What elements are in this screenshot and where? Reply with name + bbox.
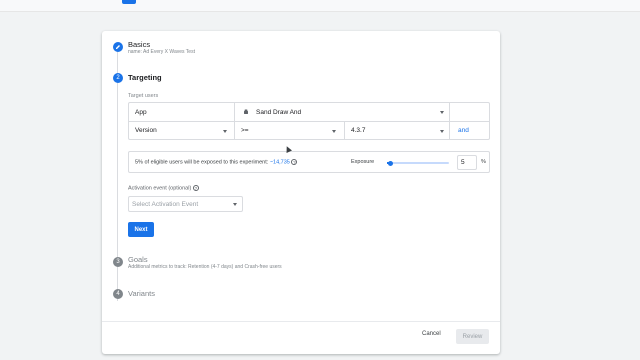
- app-select[interactable]: Sand Draw And: [235, 103, 449, 121]
- version-field-value: Version: [135, 127, 157, 134]
- cancel-button[interactable]: Cancel: [422, 331, 441, 337]
- exposure-percent-input[interactable]: 5: [457, 155, 477, 170]
- activation-event-placeholder: Select Activation Event: [132, 201, 199, 208]
- version-operator-value: >=: [241, 127, 249, 134]
- chevron-down-icon: [440, 130, 444, 133]
- exposure-panel: 5% of eligible users will be exposed to …: [128, 151, 490, 173]
- step-2-title: Targeting: [128, 73, 162, 82]
- version-field-select[interactable]: Version: [129, 122, 234, 139]
- chevron-down-icon: [233, 203, 237, 206]
- help-icon[interactable]: ?: [291, 159, 298, 165]
- version-value: 4.3.7: [351, 127, 366, 134]
- activation-event-label-text: Activation event (optional): [128, 185, 192, 192]
- step-1-title[interactable]: Basics: [128, 40, 150, 49]
- percent-sign: %: [481, 159, 486, 165]
- exposure-label: Exposure: [351, 159, 375, 165]
- top-bar: [0, 0, 640, 12]
- exposure-message-text: 5% of eligible users will be exposed to …: [135, 159, 269, 166]
- step-1-done-icon[interactable]: [113, 42, 123, 52]
- version-operator-select[interactable]: >=: [235, 122, 344, 139]
- exposure-slider[interactable]: [387, 162, 449, 164]
- chevron-down-icon: [223, 130, 227, 133]
- step-3-circle: 3: [113, 257, 123, 267]
- exposure-message: 5% of eligible users will be exposed to …: [135, 159, 298, 166]
- pencil-icon: [116, 45, 120, 49]
- grid-divider: [449, 103, 450, 139]
- footer-divider: [102, 321, 500, 322]
- step-2-circle: 2: [113, 73, 123, 83]
- exposure-slider-thumb[interactable]: [387, 160, 393, 166]
- target-users-label: Target users: [128, 93, 159, 99]
- activation-event-select[interactable]: Select Activation Event: [128, 196, 243, 212]
- step-4-circle: 4: [113, 289, 123, 299]
- and-condition-link[interactable]: and: [458, 127, 469, 134]
- review-button[interactable]: Review: [456, 329, 489, 344]
- targeting-grid: App Sand Draw And Version >= 4.3.7 and: [128, 102, 490, 140]
- activation-event-label: Activation event (optional) ?: [128, 185, 199, 191]
- next-button[interactable]: Next: [128, 222, 154, 237]
- step-1-subtitle: name: Ad Every X Waves Test: [128, 49, 195, 55]
- step-3-title[interactable]: Goals: [128, 255, 148, 264]
- experiment-form-card: Basics name: Ad Every X Waves Test 2 Tar…: [102, 31, 500, 354]
- active-tab-indicator: [122, 0, 136, 4]
- help-icon[interactable]: ?: [192, 185, 199, 191]
- app-select-value: Sand Draw And: [256, 109, 302, 116]
- chevron-down-icon: [332, 130, 336, 133]
- android-icon: [244, 109, 248, 114]
- step-4-title[interactable]: Variants: [128, 289, 155, 298]
- eligible-user-count: ~14,735: [269, 159, 290, 166]
- version-value-select[interactable]: 4.3.7: [345, 122, 449, 139]
- chevron-down-icon: [440, 111, 444, 114]
- step-3-subtitle: Additional metrics to track: Retention (…: [128, 264, 282, 270]
- app-field-label: App: [135, 109, 147, 116]
